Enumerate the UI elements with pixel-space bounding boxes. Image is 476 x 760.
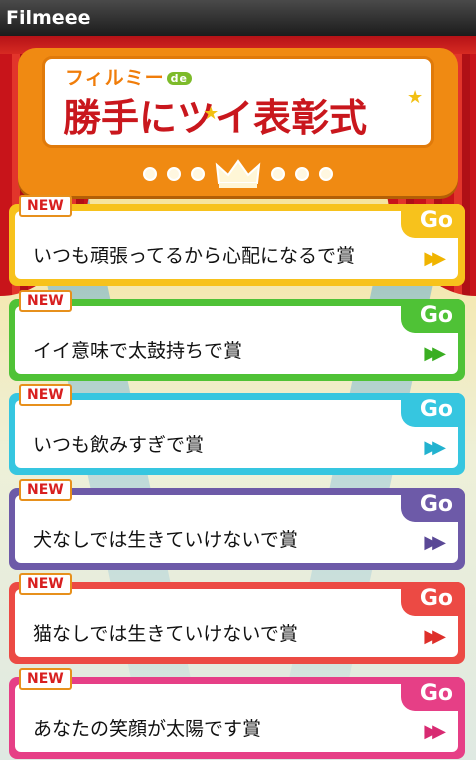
new-badge: NEW [19,384,72,406]
dot-icon [319,167,333,181]
star-icon: ★ [203,103,220,124]
award-title: 犬なしでは生きていけないで賞 [33,528,298,551]
award-card-body: 猫なしでは生きていけないで賞 ▶▶ [15,589,458,657]
award-card-body: あなたの笑顔が太陽です賞 ▶▶ [15,683,458,752]
main-stage: フィルミー de 勝手にツイ表彰式 ★ ★ いつも頑張ってるから心配になるで賞 ▶▶… [0,36,476,760]
fast-forward-icon[interactable]: ▶▶ [424,532,446,553]
go-button[interactable]: Go [420,208,453,233]
award-title: イイ意味で太鼓持ちで賞 [33,339,243,362]
award-card[interactable]: 犬なしでは生きていけないで賞 ▶▶ Go NEW [9,478,465,570]
app-title-bar: Filmeee [0,0,476,36]
banner-panel: フィルミー de 勝手にツイ表彰式 ★ ★ [42,56,434,148]
new-badge: NEW [19,195,72,217]
go-button[interactable]: Go [420,492,453,517]
award-title: いつも頑張ってるから心配になるで賞 [33,245,356,267]
fast-forward-icon[interactable]: ▶▶ [424,343,446,364]
award-title: あなたの笑顔が太陽です賞 [33,717,262,740]
go-button[interactable]: Go [420,303,453,328]
award-card[interactable]: あなたの笑顔が太陽です賞 ▶▶ Go NEW [9,667,465,759]
brand-logo: フィルミー de [65,63,192,90]
go-tab[interactable]: Go [401,676,465,711]
award-title: いつも飲みすぎで賞 [33,434,205,456]
go-button[interactable]: Go [420,586,453,611]
award-card[interactable]: いつも飲みすぎで賞 ▶▶ Go NEW [9,384,465,475]
award-card[interactable]: イイ意味で太鼓持ちで賞 ▶▶ Go NEW [9,289,465,381]
dot-icon [295,167,309,181]
go-tab[interactable]: Go [401,487,465,522]
award-title: 猫なしでは生きていけないで賞 [33,623,298,645]
award-card-body: イイ意味で太鼓持ちで賞 ▶▶ [15,305,458,374]
go-tab[interactable]: Go [401,204,465,238]
dot-icon [167,167,181,181]
new-badge: NEW [19,289,72,312]
go-tab[interactable]: Go [401,393,465,427]
go-button[interactable]: Go [420,397,453,422]
crown-decoration [18,156,458,192]
go-tab[interactable]: Go [401,582,465,616]
crown-icon [215,159,261,188]
dot-icon [271,167,285,181]
dot-icon [191,167,205,181]
award-card-body: いつも頑張ってるから心配になるで賞 ▶▶ [15,211,458,279]
award-banner: フィルミー de 勝手にツイ表彰式 ★ ★ [18,48,458,196]
new-badge: NEW [19,667,72,690]
go-tab[interactable]: Go [401,298,465,333]
fast-forward-icon[interactable]: ▶▶ [424,721,446,742]
brand-name: フィルミー [65,67,165,89]
star-icon: ★ [407,87,424,108]
new-badge: NEW [19,478,72,501]
award-card[interactable]: 猫なしでは生きていけないで賞 ▶▶ Go NEW [9,573,465,664]
fast-forward-icon[interactable]: ▶▶ [424,437,446,458]
go-button[interactable]: Go [420,681,453,706]
award-card[interactable]: いつも頑張ってるから心配になるで賞 ▶▶ Go NEW [9,195,465,286]
new-badge: NEW [19,573,72,595]
award-card-body: いつも飲みすぎで賞 ▶▶ [15,400,458,468]
app-title: Filmeee [6,7,91,29]
fast-forward-icon[interactable]: ▶▶ [424,626,446,647]
award-card-body: 犬なしでは生きていけないで賞 ▶▶ [15,494,458,563]
dot-icon [143,167,157,181]
fast-forward-icon[interactable]: ▶▶ [424,248,446,269]
brand-suffix: de [166,72,192,85]
